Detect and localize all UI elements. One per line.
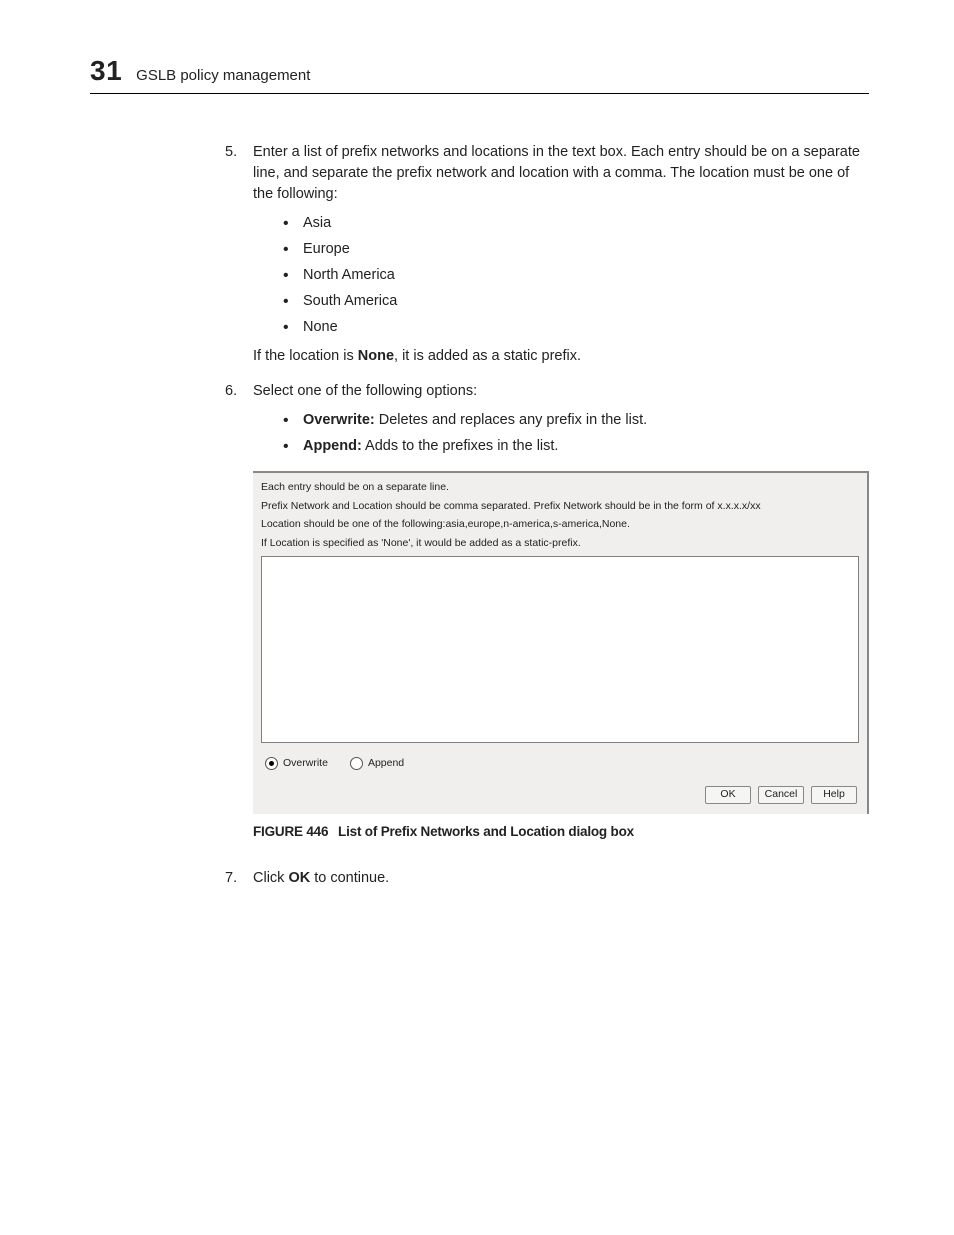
dialog-instruction: Prefix Network and Location should be co… xyxy=(261,500,859,514)
list-item: North America xyxy=(281,265,869,286)
option-label: Overwrite: xyxy=(303,412,375,428)
dialog-buttons: OK Cancel Help xyxy=(261,786,859,804)
dialog-instruction: Location should be one of the following:… xyxy=(261,518,859,532)
cancel-button[interactable]: Cancel xyxy=(758,786,804,804)
radio-selected-icon xyxy=(265,757,278,770)
figure-label: FIGURE 446 xyxy=(253,824,328,839)
step-7: 7. Click OK to continue. xyxy=(225,868,869,889)
figure-title: List of Prefix Networks and Location dia… xyxy=(338,824,634,839)
page-header: 31 GSLB policy management xyxy=(90,55,869,94)
step-number: 6. xyxy=(225,381,237,402)
help-button[interactable]: Help xyxy=(811,786,857,804)
list-item: Asia xyxy=(281,213,869,234)
radio-unselected-icon xyxy=(350,757,363,770)
step-6: 6. Select one of the following options: … xyxy=(225,381,869,841)
append-radio[interactable]: Append xyxy=(350,757,404,771)
prefix-textarea[interactable] xyxy=(261,556,859,743)
chapter-number: 31 xyxy=(90,55,122,87)
prefix-dialog: Each entry should be on a separate line.… xyxy=(253,471,869,814)
text: Click xyxy=(253,870,288,886)
radio-group: Overwrite Append xyxy=(265,757,855,771)
option-label: Append: xyxy=(303,438,362,454)
option-desc: Deletes and replaces any prefix in the l… xyxy=(375,412,647,428)
step5-tail: If the location is None, it is added as … xyxy=(253,346,869,367)
text: to continue. xyxy=(310,870,389,886)
text: If the location is xyxy=(253,348,358,364)
chapter-title: GSLB policy management xyxy=(136,67,310,84)
location-list: Asia Europe North America South America … xyxy=(281,213,869,338)
step-text: Enter a list of prefix networks and loca… xyxy=(253,144,860,202)
list-item: None xyxy=(281,317,869,338)
ok-button[interactable]: OK xyxy=(705,786,751,804)
page: 31 GSLB policy management 5. Enter a lis… xyxy=(0,0,954,889)
text-bold: OK xyxy=(288,870,310,886)
list-item: Overwrite: Deletes and replaces any pref… xyxy=(281,410,869,431)
overwrite-radio[interactable]: Overwrite xyxy=(265,757,328,771)
radio-label: Append xyxy=(368,757,404,771)
content: 5. Enter a list of prefix networks and l… xyxy=(225,142,869,889)
list-item: South America xyxy=(281,291,869,312)
list-item: Append: Adds to the prefixes in the list… xyxy=(281,436,869,457)
text: , it is added as a static prefix. xyxy=(394,348,581,364)
step-number: 7. xyxy=(225,868,237,889)
step-5: 5. Enter a list of prefix networks and l… xyxy=(225,142,869,367)
dialog-instruction: Each entry should be on a separate line. xyxy=(261,481,859,495)
text-bold: None xyxy=(358,348,394,364)
options-list: Overwrite: Deletes and replaces any pref… xyxy=(281,410,869,457)
figure-caption: FIGURE 446 List of Prefix Networks and L… xyxy=(253,822,869,842)
step-text: Select one of the following options: xyxy=(253,383,477,399)
step-number: 5. xyxy=(225,142,237,163)
radio-label: Overwrite xyxy=(283,757,328,771)
list-item: Europe xyxy=(281,239,869,260)
dialog-instruction: If Location is specified as 'None', it w… xyxy=(261,537,859,551)
option-desc: Adds to the prefixes in the list. xyxy=(362,438,559,454)
